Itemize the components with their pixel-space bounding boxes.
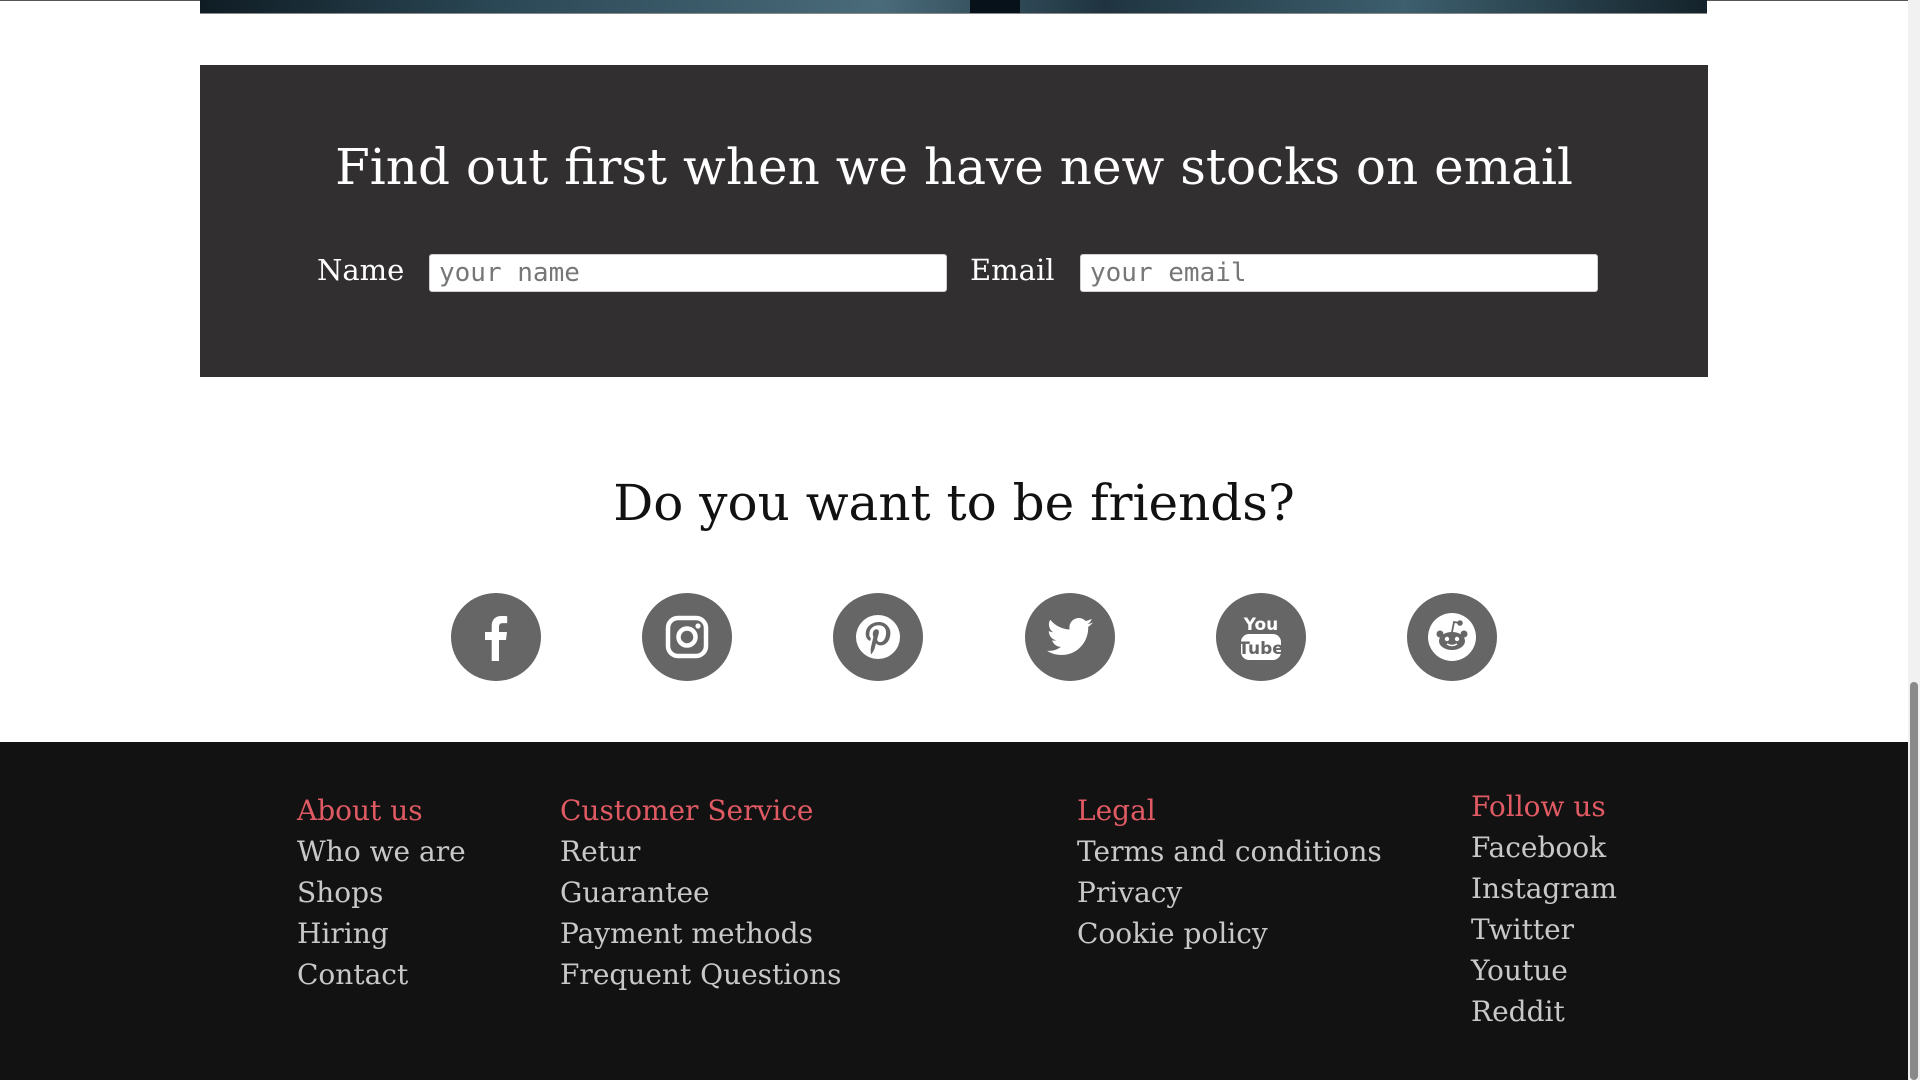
footer-legal-column: Legal Terms and conditions Privacy Cooki…	[1077, 790, 1382, 954]
facebook-icon	[485, 616, 508, 661]
footer-link-who-we-are[interactable]: Who we are	[297, 831, 466, 872]
page-scrollbar[interactable]	[1908, 0, 1920, 1080]
instagram-icon	[665, 615, 709, 659]
footer-about-column: About us Who we are Shops Hiring Contact	[297, 790, 466, 995]
friends-title: Do you want to be friends?	[613, 474, 1295, 532]
footer-link-terms[interactable]: Terms and conditions	[1077, 831, 1382, 872]
footer-link-contact[interactable]: Contact	[297, 954, 466, 995]
footer-link-facebook[interactable]: Facebook	[1471, 827, 1617, 868]
hero-image-detail	[970, 0, 1020, 13]
pinterest-button[interactable]	[833, 593, 923, 681]
svg-text:Tube: Tube	[1239, 639, 1283, 659]
footer-link-guarantee[interactable]: Guarantee	[560, 872, 842, 913]
footer-link-youtube[interactable]: Youtue	[1471, 950, 1617, 991]
footer-link-reddit[interactable]: Reddit	[1471, 991, 1617, 1032]
footer-link-shops[interactable]: Shops	[297, 872, 466, 913]
site-footer: About us Who we are Shops Hiring Contact…	[0, 742, 1908, 1080]
footer-service-heading: Customer Service	[560, 794, 814, 827]
footer-link-retur[interactable]: Retur	[560, 831, 842, 872]
footer-link-privacy[interactable]: Privacy	[1077, 872, 1382, 913]
svg-text:You: You	[1243, 615, 1279, 635]
newsletter-title: Find out first when we have new stocks o…	[335, 138, 1573, 196]
page: Find out first when we have new stocks o…	[0, 0, 1920, 1080]
footer-link-twitter[interactable]: Twitter	[1471, 909, 1617, 950]
youtube-button[interactable]: You Tube	[1216, 593, 1306, 681]
footer-follow-heading: Follow us	[1471, 790, 1606, 823]
name-input[interactable]	[429, 254, 947, 292]
footer-about-heading: About us	[297, 794, 423, 827]
footer-legal-heading: Legal	[1077, 794, 1156, 827]
footer-link-instagram[interactable]: Instagram	[1471, 868, 1617, 909]
newsletter-section: Find out first when we have new stocks o…	[200, 65, 1708, 377]
facebook-button[interactable]	[451, 593, 541, 681]
name-label: Name	[317, 253, 405, 287]
footer-service-column: Customer Service Retur Guarantee Payment…	[560, 790, 842, 995]
scrollbar-thumb[interactable]	[1910, 682, 1918, 1080]
footer-follow-column: Follow us Facebook Instagram Twitter You…	[1471, 786, 1617, 1032]
email-input[interactable]	[1080, 254, 1598, 292]
instagram-button[interactable]	[642, 593, 732, 681]
hero-image-strip	[200, 0, 1707, 14]
twitter-icon	[1047, 618, 1093, 655]
email-label: Email	[970, 253, 1055, 287]
youtube-icon: You Tube	[1239, 615, 1283, 660]
footer-link-payment-methods[interactable]: Payment methods	[560, 913, 842, 954]
top-divider-left	[0, 0, 200, 1]
reddit-icon	[1428, 613, 1476, 661]
reddit-button[interactable]	[1407, 593, 1497, 681]
top-divider-right	[1707, 0, 1920, 1]
footer-link-cookie-policy[interactable]: Cookie policy	[1077, 913, 1382, 954]
footer-link-hiring[interactable]: Hiring	[297, 913, 466, 954]
twitter-button[interactable]	[1025, 593, 1115, 681]
pinterest-icon	[856, 615, 900, 659]
footer-link-frequent-questions[interactable]: Frequent Questions	[560, 954, 842, 995]
